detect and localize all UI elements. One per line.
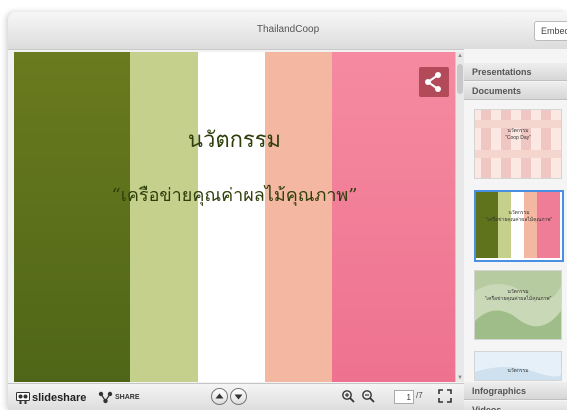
thumbnail-title: นวัตกรรม	[507, 368, 529, 374]
title-bar: ThailandCoop Embed	[8, 12, 567, 50]
window-title: ThailandCoop	[256, 24, 320, 35]
sidebar: Presentations Documents นวัตกรรม “Coop Da…	[464, 49, 567, 410]
next-slide-icon	[234, 394, 243, 400]
section-documents[interactable]: Documents	[464, 82, 567, 100]
slide-subtitle: “เครือข่ายคุณค่าผลไม้คุณภาพ”	[111, 185, 358, 206]
brand-name: slideshare	[32, 392, 87, 404]
slide-title: นวัตกรรม	[187, 128, 282, 153]
player-toolbar: slideshare SHARE 1 /7	[8, 383, 464, 410]
fullscreen-icon	[438, 389, 452, 403]
document-thumbnail[interactable]: นวัตกรรม “Coop Day”	[474, 109, 562, 179]
scroll-up-icon[interactable]: ▲	[457, 53, 463, 59]
embed-button[interactable]: Embed	[534, 21, 567, 41]
zoom-in-icon	[342, 390, 355, 403]
fullscreen-button[interactable]	[438, 389, 452, 403]
slide-stripe	[265, 52, 332, 382]
slide-stripe	[198, 52, 265, 382]
share-label[interactable]: SHARE	[115, 390, 140, 406]
scroll-down-icon[interactable]: ▼	[457, 375, 463, 381]
document-thumbnail[interactable]: นวัตกรรม “เครือข่ายคุณค่าผลไม้คุณภาพ”	[474, 270, 562, 340]
slideshare-logo[interactable]: slideshare	[16, 390, 86, 406]
section-presentations[interactable]: Presentations	[464, 63, 567, 81]
slideshare-icon	[16, 392, 30, 405]
document-thumbnail-selected[interactable]: นวัตกรรม “เครือข่ายคุณค่าผลไม้คุณภาพ”	[474, 190, 564, 262]
zoom-in-button[interactable]	[341, 389, 355, 403]
thumbnail-title: นวัตกรรม “เครือข่ายคุณค่าผลไม้คุณภาพ”	[484, 289, 552, 302]
share-network-icon[interactable]	[98, 391, 113, 404]
share-icon[interactable]	[419, 67, 449, 97]
previous-slide-icon	[215, 393, 224, 399]
section-videos[interactable]: Videos	[464, 401, 567, 410]
next-slide-button[interactable]	[230, 388, 247, 405]
slide-stripe	[14, 52, 130, 382]
page-number-input[interactable]	[394, 390, 414, 404]
section-infographics[interactable]: Infographics	[464, 382, 567, 400]
slide-canvas[interactable]: นวัตกรรม “เครือข่ายคุณค่าผลไม้คุณภาพ”	[14, 52, 455, 382]
zoom-out-icon	[362, 390, 375, 403]
thumbnail-title: นวัตกรรม “Coop Day”	[505, 128, 531, 141]
player-window: ThailandCoop Embed นวัตกรรม “เครือข่ายคุ…	[8, 12, 567, 410]
scrollbar-thumb[interactable]	[457, 64, 463, 94]
page-total: /7	[416, 391, 423, 400]
zoom-out-button[interactable]	[361, 389, 375, 403]
previous-slide-button[interactable]	[211, 388, 228, 405]
slide-stripe	[332, 52, 455, 382]
slide-stripe	[130, 52, 198, 382]
thumbnail-title: นวัตกรรม “เครือข่ายคุณค่าผลไม้คุณภาพ”	[485, 210, 553, 223]
document-thumbnail[interactable]: นวัตกรรม	[474, 351, 562, 381]
